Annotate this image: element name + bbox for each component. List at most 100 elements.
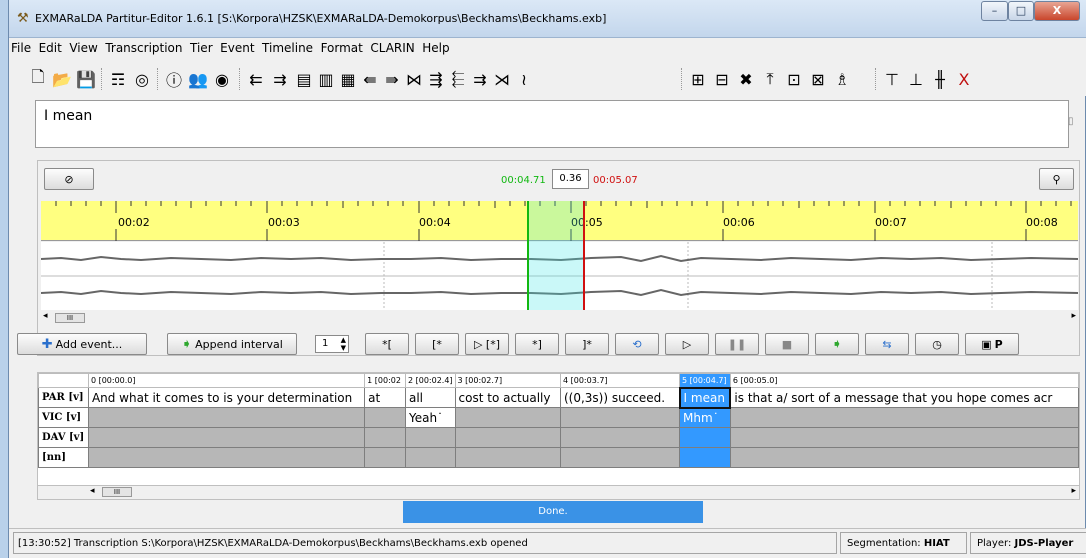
event-cell[interactable]: [454, 427, 561, 448]
timepoint-header[interactable]: 4 [00:03.7]: [559, 373, 681, 388]
player-status[interactable]: Player: JDS-Player: [970, 532, 1086, 554]
menu-timeline[interactable]: Timeline: [260, 38, 315, 55]
timeline-split-icon[interactable]: ╫: [929, 68, 951, 90]
event-cell[interactable]: [404, 447, 456, 468]
event-cell[interactable]: [454, 407, 561, 428]
timepoint-header[interactable]: 2 [00:02.4]: [404, 373, 456, 388]
menu-help[interactable]: Help: [420, 38, 451, 55]
event-text-editor[interactable]: I mean: [35, 100, 1069, 148]
shift-right-icon[interactable]: ⇛: [381, 68, 403, 90]
event-cell[interactable]: Mhm˙: [679, 407, 731, 428]
event-cell[interactable]: [87, 427, 366, 448]
selection-end-marker[interactable]: [583, 201, 585, 310]
tier-properties-icon[interactable]: ⊟: [711, 68, 733, 90]
scroll-right-icon[interactable]: ▸: [1071, 311, 1076, 321]
event-cell-selected[interactable]: I mean: [678, 386, 732, 409]
timepoint-header[interactable]: 0 [00:00.0]: [87, 373, 366, 388]
tier-label[interactable]: [nn]: [38, 447, 89, 468]
open-folder-icon[interactable]: 📂: [51, 68, 73, 90]
timer-button[interactable]: ◷: [915, 333, 959, 355]
info-icon[interactable]: ⓘ: [163, 68, 185, 90]
scroll-thumb[interactable]: III: [102, 487, 132, 497]
zoom-out-button[interactable]: ⊘: [44, 168, 94, 190]
move-left-icon[interactable]: ⬱: [447, 68, 469, 90]
extend-icon[interactable]: ⇉: [469, 68, 491, 90]
event-cell[interactable]: at: [364, 387, 406, 408]
timepoint-header[interactable]: 1 [00:02: [364, 373, 406, 388]
selection-duration[interactable]: 0.36: [552, 169, 589, 189]
jump-button[interactable]: ⇆: [865, 333, 909, 355]
event-cell[interactable]: [364, 427, 406, 448]
abc-left-icon[interactable]: ⇇: [245, 68, 267, 90]
tier-label[interactable]: PAR [v]: [38, 387, 89, 408]
event-cell[interactable]: [87, 447, 366, 468]
split-event-icon[interactable]: ⋈: [403, 68, 425, 90]
event-cell[interactable]: [679, 447, 731, 468]
move-start-right-button[interactable]: [*: [415, 333, 459, 355]
scroll-left-icon[interactable]: ◂: [43, 311, 48, 321]
merge-tier-icon[interactable]: ▥: [315, 68, 337, 90]
menu-event[interactable]: Event: [218, 38, 256, 55]
event-cell[interactable]: [729, 427, 1079, 448]
add-event-button[interactable]: ✚ Add event...: [17, 333, 147, 355]
menu-file[interactable]: File: [9, 38, 33, 55]
timepoint-header[interactable]: 6 [00:05.0]: [729, 373, 1079, 388]
timeline-scrollbar[interactable]: ◂ III ▸: [41, 311, 1078, 325]
event-cell[interactable]: [364, 407, 406, 428]
pause-button[interactable]: ❚❚: [715, 333, 759, 355]
time-selection[interactable]: [528, 201, 585, 310]
play-interval-button[interactable]: ▷ [*]: [465, 333, 509, 355]
remove-gap-icon[interactable]: ⋊: [491, 68, 513, 90]
pitch-button[interactable]: ▣ P: [965, 333, 1019, 355]
event-cell[interactable]: is that a/ sort of a message that you ho…: [729, 387, 1079, 408]
shift-left-icon[interactable]: ⇚: [359, 68, 381, 90]
spinner-arrows-icon[interactable]: ▲ ▼: [341, 336, 346, 352]
speaker-icon[interactable]: ♗: [831, 68, 853, 90]
next-button[interactable]: ➧: [815, 333, 859, 355]
minimize-button[interactable]: –: [981, 1, 1008, 21]
move-end-left-button[interactable]: *]: [515, 333, 559, 355]
move-right-icon[interactable]: ⇶: [425, 68, 447, 90]
menu-transcription[interactable]: Transcription: [103, 38, 184, 55]
zoom-in-button[interactable]: ⚲: [1039, 168, 1074, 190]
event-cell[interactable]: [87, 407, 366, 428]
move-end-right-button[interactable]: ]*: [565, 333, 609, 355]
interval-spinner[interactable]: 1 ▲ ▼: [315, 335, 349, 353]
event-cell[interactable]: [729, 447, 1079, 468]
menu-format[interactable]: Format: [319, 38, 365, 55]
stop-button[interactable]: ■: [765, 333, 809, 355]
scroll-left-icon[interactable]: ◂: [90, 486, 95, 496]
tier-down-icon[interactable]: ⊡: [783, 68, 805, 90]
move-start-left-button[interactable]: *[: [365, 333, 409, 355]
segmentation-status[interactable]: Segmentation: HIAT: [840, 532, 967, 554]
timepoint-header[interactable]: 5 [00:04.7]: [679, 373, 731, 388]
globe-icon[interactable]: ◎: [131, 68, 153, 90]
timepoint-header[interactable]: 3 [00:02.7]: [454, 373, 561, 388]
event-cell[interactable]: all: [404, 387, 456, 408]
timeline-add-icon[interactable]: ⊥: [905, 68, 927, 90]
new-document-icon[interactable]: 🗋: [27, 67, 49, 90]
timeline-insert-icon[interactable]: ⊤: [881, 68, 903, 90]
menu-view[interactable]: View: [67, 38, 99, 55]
table-scrollbar[interactable]: ◂ III ▸: [37, 486, 1080, 500]
save-icon[interactable]: 💾: [75, 68, 97, 90]
speakers-icon[interactable]: 👥: [187, 68, 209, 90]
event-cell[interactable]: [404, 427, 456, 448]
maximize-button[interactable]: □: [1008, 1, 1034, 21]
event-cell[interactable]: [559, 427, 681, 448]
selection-start-marker[interactable]: [527, 201, 529, 310]
menu-tier[interactable]: Tier: [188, 38, 215, 55]
event-cell[interactable]: [454, 447, 561, 468]
tier-label[interactable]: DAV [v]: [38, 427, 89, 448]
pause-marker-icon[interactable]: ≀: [513, 68, 535, 90]
remove-tier-icon[interactable]: ✖: [735, 68, 757, 90]
media-icon[interactable]: ◉: [211, 68, 233, 90]
event-cell[interactable]: [679, 427, 731, 448]
event-cell[interactable]: ((0,3s)) succeed.: [559, 387, 681, 408]
split-tier-icon[interactable]: ▤: [293, 68, 315, 90]
move-tier-up-icon[interactable]: ⤒: [759, 68, 781, 90]
scroll-thumb[interactable]: III: [55, 313, 85, 323]
event-cell[interactable]: Yeah˙: [404, 407, 456, 428]
event-cell[interactable]: [729, 407, 1079, 428]
play-button[interactable]: ▷: [665, 333, 709, 355]
